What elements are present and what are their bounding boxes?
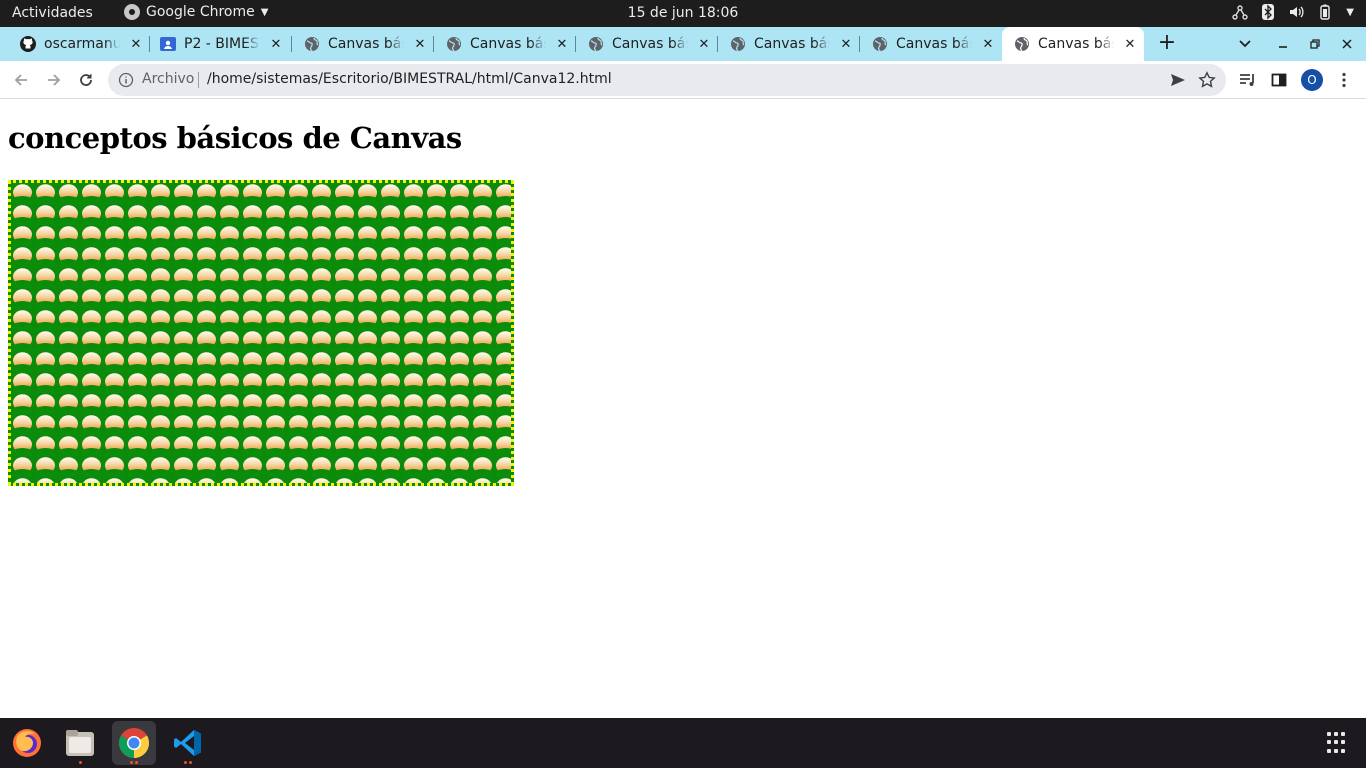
close-icon[interactable]: ✕ — [268, 36, 284, 52]
app-menu-label: Google Chrome — [146, 4, 255, 20]
running-indicator — [135, 761, 138, 764]
dock-files[interactable] — [58, 721, 102, 765]
back-button[interactable] — [10, 69, 32, 91]
classroom-icon — [160, 37, 176, 51]
close-icon[interactable]: ✕ — [554, 36, 570, 52]
close-icon[interactable]: ✕ — [128, 36, 144, 52]
tab-title: oscarmanu — [44, 36, 120, 52]
star-icon[interactable] — [1198, 71, 1216, 89]
close-icon[interactable]: ✕ — [412, 36, 428, 52]
tab-title: Canvas básicos — [328, 36, 404, 52]
tab-title: P2 - BIMEST — [184, 36, 260, 52]
files-icon — [66, 730, 94, 756]
tab-search-chevron-icon[interactable] — [1235, 34, 1255, 54]
battery-icon — [1320, 4, 1330, 20]
app-menu[interactable]: Google Chrome ▼ — [124, 4, 268, 20]
playlist-icon — [1240, 74, 1254, 86]
running-indicator — [184, 761, 187, 764]
tab-title: Canvas básicos — [896, 36, 972, 52]
reload-button[interactable] — [75, 69, 97, 91]
system-top-bar: Actividades Google Chrome ▼ 15 de jun 18… — [0, 0, 1366, 27]
bluetooth-icon — [1262, 4, 1275, 20]
chrome-icon — [118, 728, 150, 758]
firefox-icon — [13, 729, 41, 757]
dock-chrome[interactable] — [112, 721, 156, 765]
running-indicator — [130, 761, 133, 764]
page-content: conceptos básicos de Canvas — [0, 100, 1366, 718]
globe-icon — [1015, 37, 1029, 52]
canvas-pattern-drawing — [11, 183, 511, 483]
dock-vscode[interactable] — [166, 721, 210, 765]
system-tray[interactable]: ▼ — [1232, 4, 1354, 20]
clock[interactable]: 15 de jun 18:06 — [628, 5, 739, 21]
close-icon[interactable]: ✕ — [696, 36, 712, 52]
tab[interactable]: Canvas básicos ✕ — [576, 27, 718, 61]
menu-button[interactable] — [1333, 69, 1355, 91]
info-icon[interactable] — [118, 72, 134, 88]
tab[interactable]: P2 - BIMEST ✕ — [150, 27, 292, 61]
reading-list-button[interactable] — [1237, 69, 1259, 91]
running-indicator — [189, 761, 192, 764]
activities-button[interactable]: Actividades — [12, 5, 93, 21]
canvas-element — [8, 180, 514, 486]
send-icon[interactable] — [1170, 72, 1186, 88]
profile-avatar[interactable]: O — [1301, 69, 1323, 91]
tab-title: Canvas básicos — [470, 36, 546, 52]
browser-toolbar: Archivo /home/sistemas/Escritorio/BIMEST… — [0, 61, 1366, 99]
volume-icon — [1290, 6, 1304, 18]
new-tab-button[interactable]: + — [1156, 32, 1178, 55]
tab[interactable]: Canvas básicos ✕ — [434, 27, 576, 61]
forward-button[interactable] — [43, 69, 65, 91]
close-icon[interactable]: ✕ — [1122, 36, 1138, 52]
power-menu-chevron-icon: ▼ — [1346, 6, 1354, 18]
omnibox-divider — [198, 72, 199, 88]
url-scheme-label: Archivo — [142, 71, 195, 87]
address-bar[interactable]: Archivo /home/sistemas/Escritorio/BIMEST… — [108, 64, 1226, 96]
globe-icon — [305, 37, 319, 52]
tab-title: Canvas básicos — [1038, 36, 1114, 52]
close-window-icon[interactable] — [1337, 34, 1357, 54]
tab[interactable]: Canvas básicos ✕ — [860, 27, 1002, 61]
tab[interactable]: oscarmanu ✕ — [12, 27, 150, 61]
tab-title: Canvas básicos — [612, 36, 688, 52]
side-panel-icon — [1271, 73, 1287, 87]
vscode-icon — [174, 730, 201, 756]
close-icon[interactable]: ✕ — [838, 36, 854, 52]
side-panel-button[interactable] — [1268, 69, 1290, 91]
globe-icon — [589, 37, 603, 52]
restore-icon[interactable] — [1305, 34, 1325, 54]
tab-strip: oscarmanu ✕ P2 - BIMEST ✕ Canvas básicos… — [0, 27, 1366, 61]
globe-icon — [731, 37, 745, 52]
tab[interactable]: Canvas básicos ✕ — [292, 27, 434, 61]
show-applications-grid-icon[interactable] — [1327, 732, 1349, 754]
globe-icon — [447, 37, 461, 52]
url-text[interactable]: /home/sistemas/Escritorio/BIMESTRAL/html… — [207, 71, 612, 87]
globe-icon — [873, 37, 887, 52]
tab-title: Canvas básicos — [754, 36, 830, 52]
arrow-right-icon — [48, 74, 61, 86]
tab[interactable]: Canvas básicos ✕ — [718, 27, 860, 61]
close-icon[interactable]: ✕ — [980, 36, 996, 52]
page-heading: conceptos básicos de Canvas — [8, 121, 462, 155]
network-icon — [1232, 5, 1248, 20]
chevron-down-icon: ▼ — [260, 6, 269, 18]
dock-firefox[interactable] — [5, 721, 49, 765]
running-indicator — [79, 761, 82, 764]
tab-active[interactable]: Canvas básicos ✕ — [1002, 27, 1144, 61]
taskbar-dock — [0, 718, 1366, 768]
arrow-left-icon — [14, 74, 27, 86]
minimize-icon[interactable] — [1273, 34, 1293, 54]
chrome-app-icon — [124, 4, 140, 20]
more-vertical-icon — [1342, 72, 1346, 88]
github-icon — [20, 36, 36, 52]
reload-icon — [80, 74, 92, 86]
